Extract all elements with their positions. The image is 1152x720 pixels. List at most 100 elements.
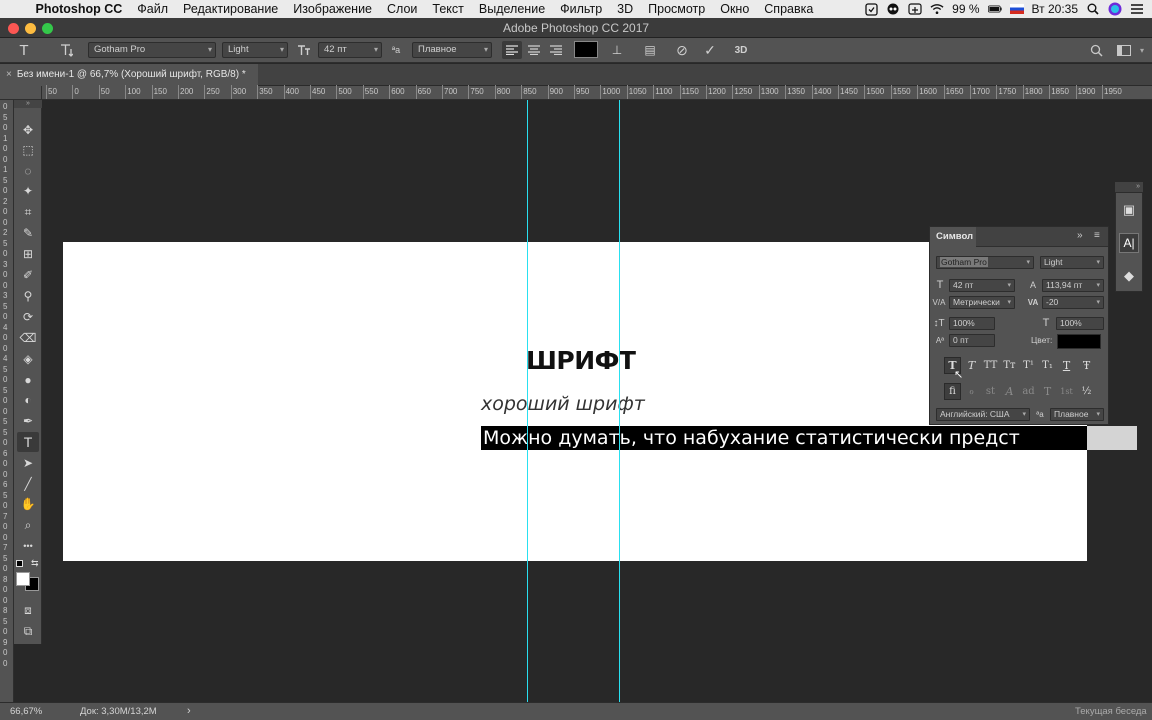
path-selection-tool-icon[interactable]: ➤ [17, 453, 39, 473]
close-tab-icon[interactable]: × [6, 69, 12, 80]
ruler-origin[interactable] [0, 86, 42, 100]
character-panel-icon[interactable]: A| [1119, 233, 1139, 253]
font-size-dropdown[interactable]: 42 пт ▾ [318, 42, 382, 58]
small-caps-button[interactable]: Tт [1001, 357, 1018, 374]
foreground-color-swatch[interactable] [16, 572, 30, 586]
swash-button[interactable]: A [1001, 383, 1018, 400]
move-tool-icon[interactable]: ✥ [17, 120, 39, 140]
eye-menubar-icon[interactable] [886, 2, 900, 16]
panel-font-family-dropdown[interactable]: Gotham Pro ▾ [936, 256, 1034, 269]
tools-collapse-icon[interactable]: » [14, 100, 42, 108]
antialias-dropdown[interactable]: Плавное ▾ [412, 42, 492, 58]
language-dropdown[interactable]: Английский: США ▾ [936, 408, 1030, 421]
align-left-button[interactable] [502, 41, 522, 59]
menu-help[interactable]: Справка [757, 2, 821, 16]
menu-app[interactable]: Photoshop CC [28, 2, 130, 16]
menu-filter[interactable]: Фильтр [553, 2, 610, 16]
stylistic-alternates-button[interactable]: ad [1020, 383, 1037, 400]
more-tools-icon[interactable]: ••• [17, 536, 39, 556]
workspace-switcher-icon[interactable] [1114, 41, 1134, 59]
horizontal-ruler[interactable]: 50 0 50 100 150 200 250 300 350 400 450 500 550 600 65… [42, 85, 1152, 100]
panel-kerning-dropdown[interactable]: Метрически ▾ [949, 296, 1015, 309]
blur-tool-icon[interactable]: ● [17, 370, 39, 390]
font-style-dropdown[interactable]: Light ▾ [222, 42, 288, 58]
menu-image[interactable]: Изображение [286, 2, 380, 16]
text-color-swatch[interactable] [574, 41, 598, 58]
quick-mask-icon[interactable]: ⧈ [17, 600, 39, 620]
toggle-panels-icon[interactable]: ▤ [640, 41, 660, 59]
zoom-window-button[interactable] [42, 23, 53, 34]
cloud-menubar-icon[interactable] [908, 2, 922, 16]
vertical-guide[interactable] [619, 100, 620, 702]
battery-icon[interactable] [987, 2, 1002, 16]
eraser-tool-icon[interactable]: ⌫ [17, 328, 39, 348]
character-panel-tab[interactable]: Символ [930, 227, 976, 247]
fractions-button[interactable]: ½ [1078, 383, 1095, 400]
type-tool-icon[interactable]: T [17, 432, 39, 452]
panel-expand-icon[interactable]: » [1077, 230, 1083, 241]
paint-bucket-tool-icon[interactable]: ◈ [17, 349, 39, 369]
titling-alternates-button[interactable]: T [1039, 383, 1056, 400]
wifi-icon[interactable] [930, 2, 944, 16]
menu-view[interactable]: Просмотр [641, 2, 713, 16]
align-center-button[interactable] [524, 41, 544, 59]
zoom-tool-icon[interactable]: ⌕ [17, 515, 39, 535]
panel-antialias-dropdown[interactable]: Плавное ▾ [1050, 408, 1104, 421]
swap-colors-icon[interactable]: ⇆ [31, 558, 39, 569]
line-tool-icon[interactable]: ╱ [17, 474, 39, 494]
brush-tool-icon[interactable]: ✐ [17, 265, 39, 285]
menu-layers[interactable]: Слои [380, 2, 425, 16]
menubar-clock[interactable]: Вт 20:35 [1032, 2, 1078, 16]
cancel-edits-icon[interactable]: ⊘ [672, 41, 692, 59]
screen-mode-icon[interactable]: ⧉ [17, 621, 39, 641]
strikethrough-button[interactable]: Ŧ [1078, 357, 1095, 374]
notification-center-icon[interactable] [1130, 2, 1144, 16]
sync-status-icon[interactable] [864, 2, 878, 16]
menu-type[interactable]: Текст [425, 2, 471, 16]
panel-menu-icon[interactable]: ≡ [1094, 230, 1100, 241]
panel-font-style-dropdown[interactable]: Light ▾ [1040, 256, 1104, 269]
menu-window[interactable]: Окно [713, 2, 757, 16]
panel-leading-dropdown[interactable]: 113,94 пт ▾ [1042, 279, 1104, 292]
pen-tool-icon[interactable]: ✒ [17, 411, 39, 431]
menu-file[interactable]: Файл [130, 2, 176, 16]
old-style-button[interactable]: ℴ [963, 383, 980, 400]
menu-edit[interactable]: Редактирование [176, 2, 286, 16]
faux-italic-button[interactable]: T [963, 357, 980, 374]
3d-text-icon[interactable]: 3D [731, 41, 751, 59]
vertical-guide[interactable] [527, 100, 528, 702]
properties-panel-icon[interactable]: ▣ [1119, 199, 1139, 221]
input-source-flag-icon[interactable] [1009, 4, 1024, 14]
canvas-subheading-text[interactable]: хороший шрифт [481, 393, 645, 415]
marquee-tool-icon[interactable]: ⬚ [17, 140, 39, 160]
vertical-ruler[interactable]: 0501001502002503003504004505005506006507… [0, 100, 14, 702]
font-family-dropdown[interactable]: Gotham Pro ▾ [88, 42, 216, 58]
panel-color-swatch[interactable] [1057, 334, 1101, 349]
layers-panel-icon[interactable]: ◆ [1119, 265, 1139, 287]
spotlight-search-icon[interactable] [1086, 2, 1100, 16]
status-menu-arrow-icon[interactable]: › [187, 705, 191, 717]
ligatures-button[interactable]: fi [944, 383, 961, 400]
hand-tool-icon[interactable]: ✋ [17, 494, 39, 514]
commit-edits-icon[interactable]: ✓ [700, 41, 720, 59]
document-tab[interactable]: × Без имени-1 @ 66,7% (Хороший шрифт, RGB… [0, 64, 258, 86]
subscript-button[interactable]: T₁ [1039, 357, 1056, 374]
siri-icon[interactable] [1108, 2, 1122, 16]
ordinals-button[interactable]: 1st [1058, 383, 1075, 400]
menu-select[interactable]: Выделение [471, 2, 552, 16]
quick-select-tool-icon[interactable]: ✦ [17, 181, 39, 201]
panel-baseline-shift-field[interactable]: 0 пт [949, 334, 995, 347]
text-orientation-icon[interactable] [56, 41, 76, 59]
align-right-button[interactable] [546, 41, 566, 59]
all-caps-button[interactable]: TT [982, 357, 999, 374]
panel-horizontal-scale-field[interactable]: 100% [1056, 317, 1104, 330]
lasso-tool-icon[interactable]: ◌ [17, 161, 39, 181]
default-colors-icon[interactable] [16, 560, 23, 567]
menu-3d[interactable]: 3D [610, 2, 641, 16]
canvas-body-text-selected[interactable]: Можно думать, что набухание статистическ… [481, 426, 1087, 450]
panel-vertical-scale-field[interactable]: 100% [949, 317, 995, 330]
panel-font-size-dropdown[interactable]: 42 пт ▾ [949, 279, 1015, 292]
warp-text-icon[interactable]: ⊥ [607, 41, 627, 59]
eyedropper-tool-icon[interactable]: ✎ [17, 223, 39, 243]
search-icon[interactable] [1086, 41, 1106, 59]
